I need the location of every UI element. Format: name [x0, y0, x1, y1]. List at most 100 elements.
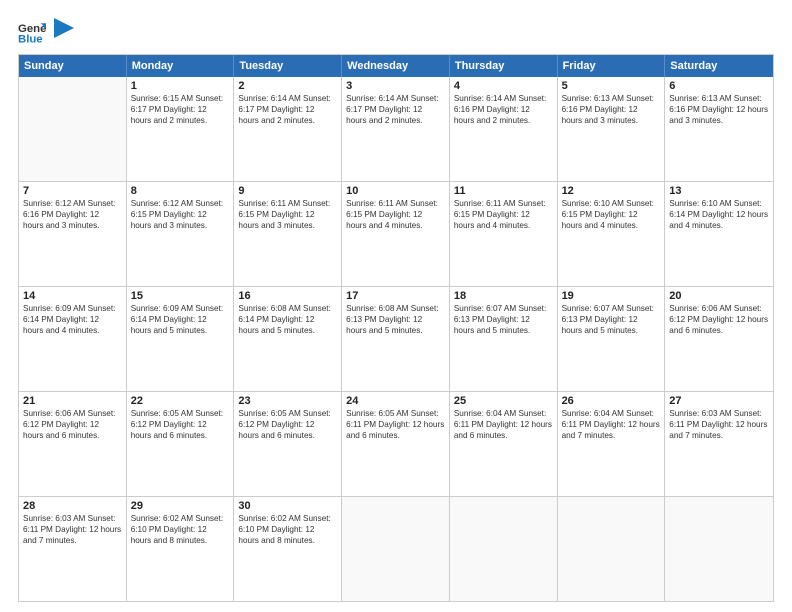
day-info: Sunrise: 6:06 AM Sunset: 6:12 PM Dayligh…: [669, 303, 769, 336]
day-info: Sunrise: 6:03 AM Sunset: 6:11 PM Dayligh…: [669, 408, 769, 441]
day-info: Sunrise: 6:02 AM Sunset: 6:10 PM Dayligh…: [131, 513, 230, 546]
day-cell-26: 26Sunrise: 6:04 AM Sunset: 6:11 PM Dayli…: [558, 392, 666, 496]
day-cell-13: 13Sunrise: 6:10 AM Sunset: 6:14 PM Dayli…: [665, 182, 773, 286]
calendar-page: General Blue SundayMondayTuesdayWednesda…: [0, 0, 792, 612]
day-info: Sunrise: 6:14 AM Sunset: 6:17 PM Dayligh…: [238, 93, 337, 126]
day-cell-23: 23Sunrise: 6:05 AM Sunset: 6:12 PM Dayli…: [234, 392, 342, 496]
calendar-body: 1Sunrise: 6:15 AM Sunset: 6:17 PM Daylig…: [19, 77, 773, 601]
day-info: Sunrise: 6:13 AM Sunset: 6:16 PM Dayligh…: [669, 93, 769, 126]
day-cell-2: 2Sunrise: 6:14 AM Sunset: 6:17 PM Daylig…: [234, 77, 342, 181]
day-number: 6: [669, 80, 769, 92]
day-cell-14: 14Sunrise: 6:09 AM Sunset: 6:14 PM Dayli…: [19, 287, 127, 391]
empty-cell: [558, 497, 666, 601]
day-cell-8: 8Sunrise: 6:12 AM Sunset: 6:15 PM Daylig…: [127, 182, 235, 286]
day-number: 18: [454, 290, 553, 302]
day-cell-19: 19Sunrise: 6:07 AM Sunset: 6:13 PM Dayli…: [558, 287, 666, 391]
day-number: 9: [238, 185, 337, 197]
calendar-header: SundayMondayTuesdayWednesdayThursdayFrid…: [19, 55, 773, 77]
header: General Blue: [18, 18, 774, 46]
day-number: 4: [454, 80, 553, 92]
day-cell-30: 30Sunrise: 6:02 AM Sunset: 6:10 PM Dayli…: [234, 497, 342, 601]
day-number: 19: [562, 290, 661, 302]
day-info: Sunrise: 6:07 AM Sunset: 6:13 PM Dayligh…: [454, 303, 553, 336]
day-info: Sunrise: 6:11 AM Sunset: 6:15 PM Dayligh…: [346, 198, 445, 231]
day-info: Sunrise: 6:11 AM Sunset: 6:15 PM Dayligh…: [238, 198, 337, 231]
day-info: Sunrise: 6:12 AM Sunset: 6:15 PM Dayligh…: [131, 198, 230, 231]
calendar-week-5: 28Sunrise: 6:03 AM Sunset: 6:11 PM Dayli…: [19, 496, 773, 601]
day-info: Sunrise: 6:05 AM Sunset: 6:12 PM Dayligh…: [131, 408, 230, 441]
day-number: 20: [669, 290, 769, 302]
day-number: 13: [669, 185, 769, 197]
header-day-tuesday: Tuesday: [234, 55, 342, 77]
day-cell-28: 28Sunrise: 6:03 AM Sunset: 6:11 PM Dayli…: [19, 497, 127, 601]
calendar-week-4: 21Sunrise: 6:06 AM Sunset: 6:12 PM Dayli…: [19, 391, 773, 496]
day-number: 24: [346, 395, 445, 407]
day-info: Sunrise: 6:09 AM Sunset: 6:14 PM Dayligh…: [131, 303, 230, 336]
day-cell-9: 9Sunrise: 6:11 AM Sunset: 6:15 PM Daylig…: [234, 182, 342, 286]
day-number: 2: [238, 80, 337, 92]
day-info: Sunrise: 6:04 AM Sunset: 6:11 PM Dayligh…: [454, 408, 553, 441]
calendar-week-1: 1Sunrise: 6:15 AM Sunset: 6:17 PM Daylig…: [19, 77, 773, 181]
day-number: 17: [346, 290, 445, 302]
day-info: Sunrise: 6:10 AM Sunset: 6:15 PM Dayligh…: [562, 198, 661, 231]
day-info: Sunrise: 6:14 AM Sunset: 6:16 PM Dayligh…: [454, 93, 553, 126]
day-number: 29: [131, 500, 230, 512]
day-cell-27: 27Sunrise: 6:03 AM Sunset: 6:11 PM Dayli…: [665, 392, 773, 496]
day-cell-11: 11Sunrise: 6:11 AM Sunset: 6:15 PM Dayli…: [450, 182, 558, 286]
empty-cell: [665, 497, 773, 601]
day-info: Sunrise: 6:14 AM Sunset: 6:17 PM Dayligh…: [346, 93, 445, 126]
day-number: 3: [346, 80, 445, 92]
day-cell-20: 20Sunrise: 6:06 AM Sunset: 6:12 PM Dayli…: [665, 287, 773, 391]
day-cell-4: 4Sunrise: 6:14 AM Sunset: 6:16 PM Daylig…: [450, 77, 558, 181]
day-cell-18: 18Sunrise: 6:07 AM Sunset: 6:13 PM Dayli…: [450, 287, 558, 391]
day-cell-25: 25Sunrise: 6:04 AM Sunset: 6:11 PM Dayli…: [450, 392, 558, 496]
day-number: 8: [131, 185, 230, 197]
day-info: Sunrise: 6:02 AM Sunset: 6:10 PM Dayligh…: [238, 513, 337, 546]
day-info: Sunrise: 6:07 AM Sunset: 6:13 PM Dayligh…: [562, 303, 661, 336]
day-number: 14: [23, 290, 122, 302]
logo-icon: General Blue: [18, 18, 46, 46]
empty-cell: [19, 77, 127, 181]
day-number: 1: [131, 80, 230, 92]
day-info: Sunrise: 6:13 AM Sunset: 6:16 PM Dayligh…: [562, 93, 661, 126]
empty-cell: [450, 497, 558, 601]
calendar-week-2: 7Sunrise: 6:12 AM Sunset: 6:16 PM Daylig…: [19, 181, 773, 286]
day-cell-10: 10Sunrise: 6:11 AM Sunset: 6:15 PM Dayli…: [342, 182, 450, 286]
day-info: Sunrise: 6:08 AM Sunset: 6:13 PM Dayligh…: [346, 303, 445, 336]
day-cell-6: 6Sunrise: 6:13 AM Sunset: 6:16 PM Daylig…: [665, 77, 773, 181]
day-cell-29: 29Sunrise: 6:02 AM Sunset: 6:10 PM Dayli…: [127, 497, 235, 601]
day-cell-7: 7Sunrise: 6:12 AM Sunset: 6:16 PM Daylig…: [19, 182, 127, 286]
day-cell-21: 21Sunrise: 6:06 AM Sunset: 6:12 PM Dayli…: [19, 392, 127, 496]
day-cell-1: 1Sunrise: 6:15 AM Sunset: 6:17 PM Daylig…: [127, 77, 235, 181]
day-info: Sunrise: 6:05 AM Sunset: 6:12 PM Dayligh…: [238, 408, 337, 441]
day-cell-15: 15Sunrise: 6:09 AM Sunset: 6:14 PM Dayli…: [127, 287, 235, 391]
day-number: 5: [562, 80, 661, 92]
day-number: 26: [562, 395, 661, 407]
day-number: 21: [23, 395, 122, 407]
day-info: Sunrise: 6:04 AM Sunset: 6:11 PM Dayligh…: [562, 408, 661, 441]
day-number: 27: [669, 395, 769, 407]
day-info: Sunrise: 6:08 AM Sunset: 6:14 PM Dayligh…: [238, 303, 337, 336]
day-info: Sunrise: 6:05 AM Sunset: 6:11 PM Dayligh…: [346, 408, 445, 441]
header-day-monday: Monday: [127, 55, 235, 77]
day-cell-22: 22Sunrise: 6:05 AM Sunset: 6:12 PM Dayli…: [127, 392, 235, 496]
header-day-saturday: Saturday: [665, 55, 773, 77]
day-info: Sunrise: 6:11 AM Sunset: 6:15 PM Dayligh…: [454, 198, 553, 231]
day-info: Sunrise: 6:06 AM Sunset: 6:12 PM Dayligh…: [23, 408, 122, 441]
day-number: 25: [454, 395, 553, 407]
calendar-week-3: 14 Sunrise: 6:09 AM Sunset: 6:14 PM Dayli…: [19, 286, 773, 391]
day-cell-16: 16Sunrise: 6:08 AM Sunset: 6:14 PM Dayli…: [234, 287, 342, 391]
day-number: 16: [238, 290, 337, 302]
header-day-friday: Friday: [558, 55, 666, 77]
day-info: Sunrise: 6:12 AM Sunset: 6:16 PM Dayligh…: [23, 198, 122, 231]
day-cell-3: 3Sunrise: 6:14 AM Sunset: 6:17 PM Daylig…: [342, 77, 450, 181]
day-number: 10: [346, 185, 445, 197]
day-info: Sunrise: 6:15 AM Sunset: 6:17 PM Dayligh…: [131, 93, 230, 126]
day-cell-5: 5Sunrise: 6:13 AM Sunset: 6:16 PM Daylig…: [558, 77, 666, 181]
day-number: 28: [23, 500, 122, 512]
calendar: SundayMondayTuesdayWednesdayThursdayFrid…: [18, 54, 774, 602]
day-info: Sunrise: 6:03 AM Sunset: 6:11 PM Dayligh…: [23, 513, 122, 546]
day-number: 23: [238, 395, 337, 407]
day-cell-24: 24Sunrise: 6:05 AM Sunset: 6:11 PM Dayli…: [342, 392, 450, 496]
day-number: 11: [454, 185, 553, 197]
